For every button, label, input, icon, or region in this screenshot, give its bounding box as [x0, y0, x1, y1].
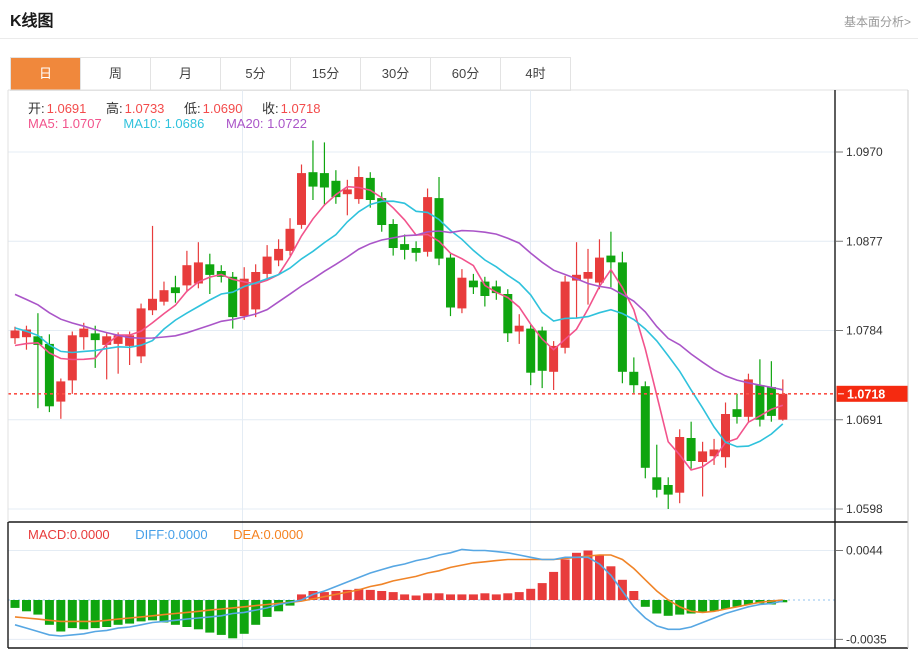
close-value: 1.0718 — [280, 101, 321, 116]
macd-label: MACD: — [28, 527, 70, 542]
low-label: 低: — [184, 101, 201, 116]
high-label: 高: — [106, 101, 123, 116]
dea-label: DEA: — [233, 527, 264, 542]
ma-legend: MA5: 1.0707 MA10: 1.0686 MA20: 1.0722 — [28, 116, 325, 131]
diff-value: 0.0000 — [167, 527, 208, 542]
svg-text:1.0784: 1.0784 — [846, 324, 883, 338]
low-value: 1.0690 — [202, 101, 243, 116]
svg-text:0.0044: 0.0044 — [846, 544, 883, 558]
ma5-value: 1.0707 — [61, 116, 102, 131]
ohlc-legend: 开: 1.0691 高: 1.0733 低: 1.0690 收: 1.0718 — [28, 98, 336, 117]
svg-text:1.0598: 1.0598 — [846, 502, 883, 516]
svg-text:1.0970: 1.0970 — [846, 145, 883, 159]
close-label: 收: — [262, 101, 279, 116]
svg-text:1.0718: 1.0718 — [847, 387, 885, 401]
svg-text:1.0691: 1.0691 — [846, 413, 883, 427]
ma10-label: MA10: — [123, 116, 161, 131]
svg-text:-0.0035: -0.0035 — [846, 632, 887, 646]
ma20-label: MA20: — [225, 116, 264, 131]
open-label: 开: — [28, 101, 45, 116]
high-value: 1.0733 — [124, 101, 165, 116]
ma5-label: MA5: — [28, 116, 59, 131]
diff-label: DIFF: — [135, 527, 168, 542]
open-value: 1.0691 — [46, 101, 87, 116]
svg-text:1.0877: 1.0877 — [846, 234, 883, 248]
macd-legend: MACD:0.0000 DIFF:0.0000 DEA:0.0000 — [28, 527, 325, 542]
dea-value: 0.0000 — [263, 527, 304, 542]
macd-value: 0.0000 — [69, 527, 110, 542]
ma10-value: 1.0686 — [164, 116, 205, 131]
ma20-value: 1.0722 — [267, 116, 307, 131]
